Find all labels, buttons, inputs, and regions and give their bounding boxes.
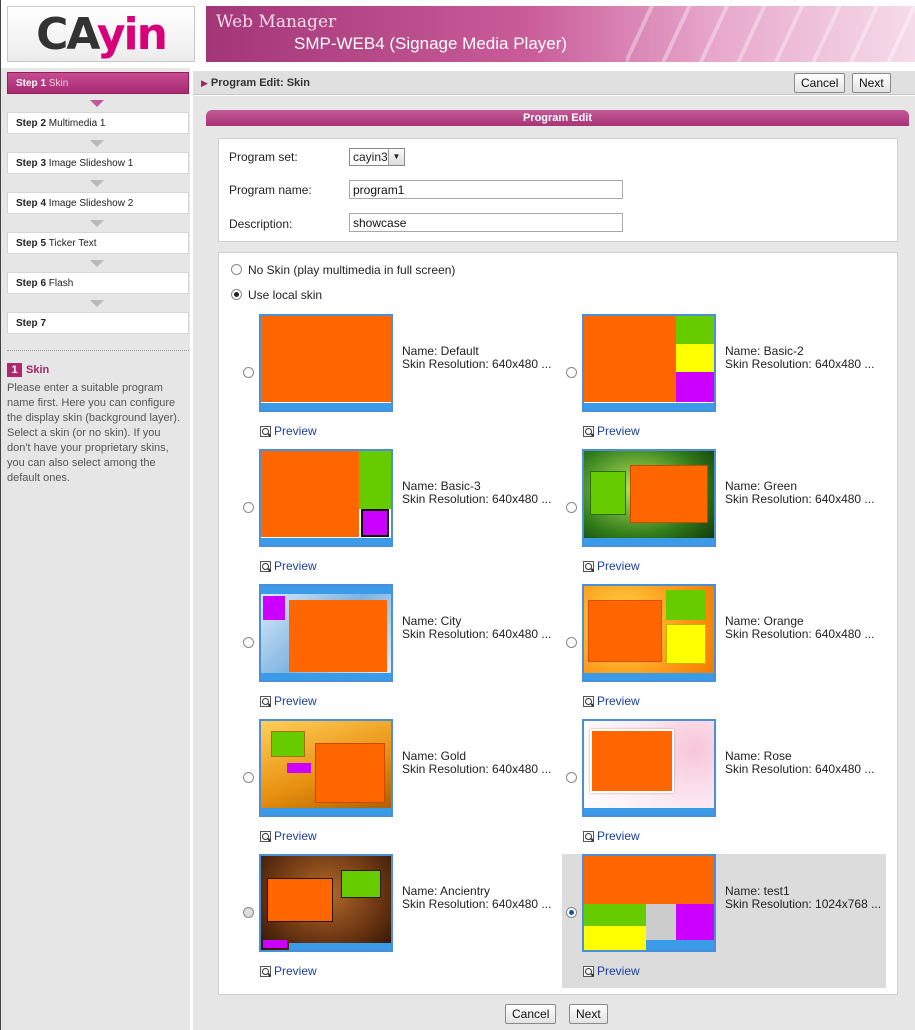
app-title: Web Manager — [216, 12, 337, 32]
description-label: Description: — [229, 217, 293, 231]
magnifier-icon — [583, 425, 594, 437]
skin-thumbnail[interactable] — [582, 449, 716, 547]
magnifier-icon — [260, 965, 271, 977]
magnifier-icon — [260, 695, 271, 707]
skin-option-ancientry[interactable]: Name: Ancientry Skin Resolution: 640x480… — [239, 854, 569, 988]
magnifier-icon — [260, 830, 271, 842]
preview-link[interactable]: Preview — [583, 694, 640, 708]
breadcrumb-arrow-icon: ▶ — [201, 78, 208, 88]
skin-radio[interactable] — [566, 502, 577, 513]
program-set-select[interactable]: cayin3 ▼ — [349, 148, 405, 166]
next-button-bottom[interactable]: Next — [569, 1004, 608, 1024]
step-2-multimedia[interactable]: Step 2 Multimedia 1 — [7, 112, 189, 134]
step-7-finish[interactable]: Step 7 — [7, 312, 189, 334]
step-arrow-icon — [90, 180, 104, 187]
program-name-input[interactable] — [349, 180, 623, 199]
main-panel: Program Edit Program set: cayin3 ▼ Progr… — [193, 96, 915, 1030]
step-arrow-icon — [90, 220, 104, 227]
skin-selector: No Skin (play multimedia in full screen)… — [218, 252, 898, 995]
no-skin-option[interactable]: No Skin (play multimedia in full screen) — [231, 263, 455, 277]
preview-link[interactable]: Preview — [260, 424, 317, 438]
skin-thumbnail[interactable] — [582, 314, 716, 412]
skin-radio[interactable] — [566, 367, 577, 378]
preview-link[interactable]: Preview — [583, 424, 640, 438]
use-local-skin-option[interactable]: Use local skin — [231, 288, 322, 302]
magnifier-icon — [260, 560, 271, 572]
magnifier-icon — [260, 425, 271, 437]
step-5-ticker-text[interactable]: Step 5 Ticker Text — [7, 232, 189, 254]
skin-radio-selected[interactable] — [566, 907, 577, 918]
step-arrow-icon — [90, 300, 104, 307]
skin-thumbnail[interactable] — [259, 854, 393, 952]
step-arrow-icon — [90, 100, 104, 107]
preview-link[interactable]: Preview — [260, 829, 317, 843]
magnifier-icon — [583, 965, 594, 977]
help-panel: 1 Skin Please enter a suitable program n… — [7, 350, 189, 486]
program-form: Program set: cayin3 ▼ Program name: Desc… — [218, 138, 898, 242]
skin-radio[interactable] — [566, 637, 577, 648]
preview-link[interactable]: Preview — [260, 964, 317, 978]
cancel-button-bottom[interactable]: Cancel — [505, 1004, 557, 1024]
skin-radio[interactable] — [243, 502, 254, 513]
help-text: Please enter a suitable program name fir… — [7, 382, 181, 484]
skin-radio[interactable] — [243, 772, 254, 783]
cancel-button-top[interactable]: Cancel — [794, 73, 846, 93]
skin-thumbnail[interactable] — [582, 719, 716, 817]
skin-option-basic-3[interactable]: Name: Basic-3 Skin Resolution: 640x480 .… — [239, 449, 569, 583]
help-step-number: 1 — [7, 363, 22, 377]
program-name-label: Program name: — [229, 183, 312, 197]
skin-option-orange[interactable]: Name: Orange Skin Resolution: 640x480 ..… — [562, 584, 892, 718]
app-header: CAyin Web Manager SMP-WEB4 (Signage Medi… — [0, 0, 915, 68]
preview-link[interactable]: Preview — [260, 694, 317, 708]
skin-option-green[interactable]: Name: Green Skin Resolution: 640x480 ...… — [562, 449, 892, 583]
magnifier-icon — [583, 560, 594, 572]
magnifier-icon — [583, 695, 594, 707]
step-1-skin[interactable]: Step 1 Skin — [7, 72, 189, 94]
program-set-label: Program set: — [229, 150, 298, 164]
chevron-down-icon[interactable]: ▼ — [388, 149, 404, 165]
no-skin-radio[interactable] — [231, 264, 242, 276]
skin-thumbnail[interactable] — [259, 719, 393, 817]
skin-thumbnail[interactable] — [259, 314, 393, 412]
step-arrow-icon — [90, 260, 104, 267]
logo-text-part2: yin — [96, 8, 168, 60]
device-title: SMP-WEB4 (Signage Media Player) — [294, 34, 568, 53]
use-local-skin-radio[interactable] — [231, 289, 242, 301]
skin-option-gold[interactable]: Name: Gold Skin Resolution: 640x480 ... … — [239, 719, 569, 853]
magnifier-icon — [583, 830, 594, 842]
skin-option-basic-2[interactable]: Name: Basic-2 Skin Resolution: 640x480 .… — [562, 314, 892, 448]
step-arrow-icon — [90, 140, 104, 147]
wizard-sidebar: Step 1 Skin Step 2 Multimedia 1 Step 3 I… — [0, 68, 190, 1030]
description-input[interactable] — [349, 213, 623, 232]
breadcrumb-bar: ▶ Program Edit: Skin Cancel Next — [193, 71, 915, 95]
skin-option-test1[interactable]: Name: test1 Skin Resolution: 1024x768 ..… — [562, 854, 886, 988]
step-4-image-slideshow[interactable]: Step 4 Image Slideshow 2 — [7, 192, 189, 214]
preview-link[interactable]: Preview — [583, 964, 640, 978]
skin-thumbnail[interactable] — [259, 584, 393, 682]
preview-link[interactable]: Preview — [260, 559, 317, 573]
skin-option-city[interactable]: Name: City Skin Resolution: 640x480 ... … — [239, 584, 569, 718]
skin-option-default[interactable]: Name: Default Skin Resolution: 640x480 .… — [239, 314, 569, 448]
panel-title: Program Edit — [206, 110, 909, 126]
step-3-image-slideshow[interactable]: Step 3 Image Slideshow 1 — [7, 152, 189, 174]
skin-thumbnail[interactable] — [582, 584, 716, 682]
skin-radio[interactable] — [566, 772, 577, 783]
logo-text-part1: CA — [36, 8, 99, 60]
step-6-flash[interactable]: Step 6 Flash — [7, 272, 189, 294]
help-heading: Skin — [26, 364, 50, 376]
preview-link[interactable]: Preview — [583, 559, 640, 573]
header-banner: Web Manager SMP-WEB4 (Signage Media Play… — [206, 6, 915, 62]
skin-radio[interactable] — [243, 907, 254, 918]
skin-radio[interactable] — [243, 367, 254, 378]
skin-radio[interactable] — [243, 637, 254, 648]
skin-thumbnail[interactable] — [582, 854, 716, 952]
skin-thumbnail[interactable] — [259, 449, 393, 547]
preview-link[interactable]: Preview — [583, 829, 640, 843]
next-button-top[interactable]: Next — [852, 73, 891, 93]
breadcrumb: ▶ Program Edit: Skin — [201, 77, 310, 89]
cayin-logo: CAyin — [7, 6, 195, 62]
skin-option-rose[interactable]: Name: Rose Skin Resolution: 640x480 ... … — [562, 719, 892, 853]
